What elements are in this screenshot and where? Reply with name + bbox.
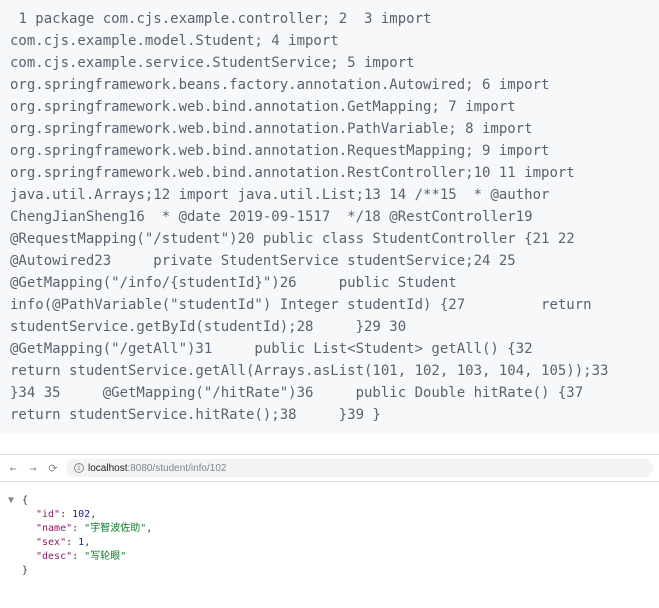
json-field-id: "id": 102, xyxy=(8,508,651,522)
url-text: localhost:8080/student/info/102 xyxy=(88,463,226,474)
json-key: "id" xyxy=(36,509,60,520)
json-value: "宇智波佐助" xyxy=(84,523,146,534)
site-info-icon[interactable]: i xyxy=(74,463,84,473)
forward-icon[interactable]: → xyxy=(26,461,40,475)
json-value: 102 xyxy=(72,509,90,520)
url-path: :8080/student/info/102 xyxy=(127,463,226,474)
json-key: "desc" xyxy=(36,551,72,562)
json-key: "sex" xyxy=(36,537,66,548)
json-key: "name" xyxy=(36,523,72,534)
json-field-sex: "sex": 1, xyxy=(8,536,651,550)
twisty-icon[interactable]: ▼ xyxy=(8,494,16,508)
reload-icon[interactable]: ⟳ xyxy=(46,461,60,475)
url-host: localhost xyxy=(88,463,127,474)
address-bar[interactable]: i localhost:8080/student/info/102 xyxy=(66,459,653,477)
json-field-name: "name": "宇智波佐助", xyxy=(8,522,651,536)
json-value: "写轮眼" xyxy=(84,551,126,562)
back-icon[interactable]: ← xyxy=(6,461,20,475)
json-open-brace: ▼ { xyxy=(8,494,651,508)
browser-toolbar: ← → ⟳ i localhost:8080/student/info/102 xyxy=(0,454,659,482)
json-response-view: ▼ { "id": 102, "name": "宇智波佐助", "sex": 1… xyxy=(0,482,659,586)
json-field-desc: "desc": "写轮眼" xyxy=(8,550,651,564)
code-block: 1 package com.cjs.example.controller; 2 … xyxy=(0,0,659,434)
json-close-brace: } xyxy=(8,564,651,578)
